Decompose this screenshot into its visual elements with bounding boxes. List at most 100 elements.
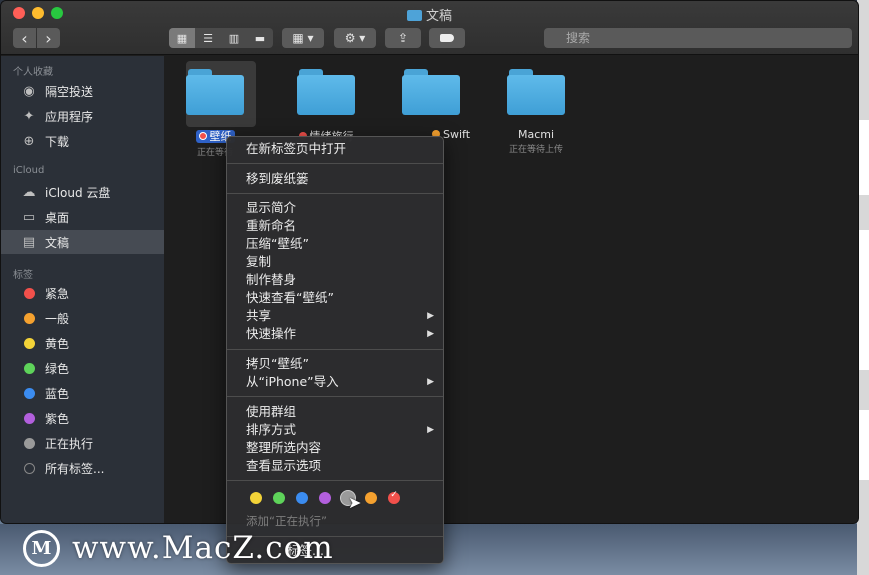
- titlebar: 文稿 ‹ › ▦ ☰ ▥ ▬ ▦ ▾ ⚙ ▾ ⇪ ⌕: [1, 1, 858, 55]
- forward-button[interactable]: ›: [37, 28, 60, 48]
- sidebar-all-tags[interactable]: 所有标签...: [1, 456, 164, 480]
- submenu-arrow-icon: ▶: [427, 377, 434, 387]
- sidebar-item-label: 所有标签...: [45, 461, 105, 476]
- folder-icon: [186, 69, 244, 115]
- file-status: 正在等待上传: [508, 145, 563, 155]
- gear-icon: ⚙ ▾: [344, 31, 366, 45]
- sidebar-tag-in-progress[interactable]: 正在执行: [1, 431, 164, 455]
- menu-open-in-new-tab[interactable]: 在新标签页中打开: [246, 140, 436, 158]
- tag-color-red[interactable]: ✓: [388, 490, 400, 504]
- share-button[interactable]: ⇪: [385, 28, 421, 48]
- window-title: 文稿: [1, 5, 858, 24]
- desktop-icon: ▭: [22, 209, 36, 225]
- sidebar-item-label: 紧急: [45, 286, 70, 301]
- sidebar-item-icloud-drive[interactable]: ☁ iCloud 云盘: [1, 180, 164, 204]
- document-icon: ▤: [22, 234, 36, 250]
- menu-item-label: 快速操作: [246, 326, 297, 341]
- sidebar-section-favorites: 个人收藏: [13, 67, 53, 78]
- tag-color-orange[interactable]: [365, 492, 377, 504]
- menu-copy[interactable]: 拷贝“壁纸”: [246, 355, 436, 373]
- sidebar-item-label: 桌面: [45, 210, 70, 225]
- file-item[interactable]: 情绪旅行: [276, 61, 376, 144]
- menu-get-info[interactable]: 显示简介: [246, 199, 436, 217]
- sidebar-tag-green[interactable]: 绿色: [1, 356, 164, 380]
- sidebar-section-tags: 标签: [13, 270, 33, 281]
- watermark-logo: M: [23, 530, 60, 567]
- file-item[interactable]: Swift: [381, 61, 481, 141]
- grid-icon: ▦ ▾: [292, 31, 314, 45]
- sidebar-item-label: 隔空投送: [45, 84, 94, 99]
- sidebar-item-label: 紫色: [45, 411, 70, 426]
- menu-make-alias[interactable]: 制作替身: [246, 271, 436, 289]
- menu-share[interactable]: 共享 ▶: [246, 307, 436, 325]
- tag-color-blue[interactable]: [296, 492, 308, 504]
- menu-move-to-trash[interactable]: 移到废纸篓: [246, 170, 436, 188]
- search-input[interactable]: [544, 28, 852, 48]
- menu-use-groups[interactable]: 使用群组: [246, 403, 436, 421]
- sidebar-item-documents[interactable]: ▤ 文稿: [1, 230, 164, 254]
- airdrop-icon: ◉: [23, 83, 35, 99]
- chevron-right-icon: ›: [45, 28, 52, 48]
- menu-item-label: 排序方式: [246, 422, 297, 437]
- cloud-icon: ☁: [22, 184, 36, 200]
- group-button[interactable]: ▦ ▾: [282, 28, 324, 48]
- tag-button[interactable]: [429, 28, 465, 48]
- sidebar-tag-orange[interactable]: 一般: [1, 306, 164, 330]
- tag-color-green[interactable]: [273, 492, 285, 504]
- sidebar-tag-blue[interactable]: 蓝色: [1, 381, 164, 405]
- sidebar-tag-yellow[interactable]: 黄色: [1, 331, 164, 355]
- menu-separator: [227, 396, 443, 397]
- list-view-button[interactable]: ☰: [195, 28, 221, 48]
- menu-duplicate[interactable]: 复制: [246, 253, 436, 271]
- icon-view-button[interactable]: ▦: [169, 28, 195, 48]
- action-button[interactable]: ⚙ ▾: [334, 28, 376, 48]
- grid-icon: ▦: [176, 31, 188, 45]
- file-item[interactable]: Macmi 正在等待上传: [486, 61, 586, 155]
- submenu-arrow-icon: ▶: [427, 329, 434, 339]
- sidebar-item-label: 应用程序: [45, 109, 94, 124]
- menu-item-label: 从“iPhone”导入: [246, 374, 339, 389]
- folder-icon: [297, 69, 355, 115]
- watermark-text: www.MacZ.com: [72, 530, 334, 566]
- tag-dot-icon: [24, 437, 35, 449]
- tag-dot-icon: [24, 312, 35, 324]
- submenu-arrow-icon: ▶: [427, 425, 434, 435]
- menu-item-label: 共享: [246, 308, 272, 323]
- sidebar-item-label: 一般: [45, 311, 70, 326]
- sidebar-tag-purple[interactable]: 紫色: [1, 406, 164, 430]
- download-icon: ⊕: [23, 133, 35, 149]
- folder-icon: [402, 69, 460, 115]
- menu-show-view-options[interactable]: 查看显示选项: [246, 457, 436, 475]
- gallery-icon: ▬: [254, 31, 266, 45]
- sidebar-item-downloads[interactable]: ⊕ 下载: [1, 129, 164, 153]
- menu-rename[interactable]: 重新命名: [246, 217, 436, 235]
- tag-dot-icon: [24, 337, 35, 349]
- sidebar: 个人收藏 ◉ 隔空投送 ✦ 应用程序 ⊕ 下载 iCloud ☁ iCloud 云盘 ▭…: [1, 56, 164, 523]
- menu-import-from-iphone[interactable]: 从“iPhone”导入 ▶: [246, 373, 436, 391]
- menu-quick-look[interactable]: 快速查看“壁纸”: [246, 289, 436, 307]
- sidebar-item-applications[interactable]: ✦ 应用程序: [1, 104, 164, 128]
- tag-color-purple[interactable]: [319, 492, 331, 504]
- sidebar-item-desktop[interactable]: ▭ 桌面: [1, 205, 164, 229]
- gallery-view-button[interactable]: ▬: [247, 28, 273, 48]
- sidebar-tag-red[interactable]: 紧急: [1, 281, 164, 305]
- sidebar-item-label: 蓝色: [45, 386, 70, 401]
- menu-clean-up-selection[interactable]: 整理所选内容: [246, 439, 436, 457]
- sidebar-item-airdrop[interactable]: ◉ 隔空投送: [1, 79, 164, 103]
- sidebar-section-icloud: iCloud: [13, 165, 45, 176]
- column-view-button[interactable]: ▥: [221, 28, 247, 48]
- menu-separator: [227, 163, 443, 164]
- tag-dot-icon: [24, 462, 35, 474]
- view-mode-group: ▦ ☰ ▥ ▬: [169, 28, 273, 48]
- share-icon: ⇪: [397, 31, 409, 45]
- folder-icon: [406, 10, 422, 21]
- tag-dot-icon: [24, 362, 35, 374]
- tag-dot-icon: [198, 132, 207, 140]
- menu-quick-actions[interactable]: 快速操作 ▶: [246, 325, 436, 343]
- menu-sort-by[interactable]: 排序方式 ▶: [246, 421, 436, 439]
- menu-compress[interactable]: 压缩“壁纸”: [246, 235, 436, 253]
- back-button[interactable]: ‹: [13, 28, 36, 48]
- columns-icon: ▥: [228, 31, 240, 45]
- sidebar-item-label: 绿色: [45, 361, 70, 376]
- tag-color-yellow[interactable]: [250, 492, 262, 504]
